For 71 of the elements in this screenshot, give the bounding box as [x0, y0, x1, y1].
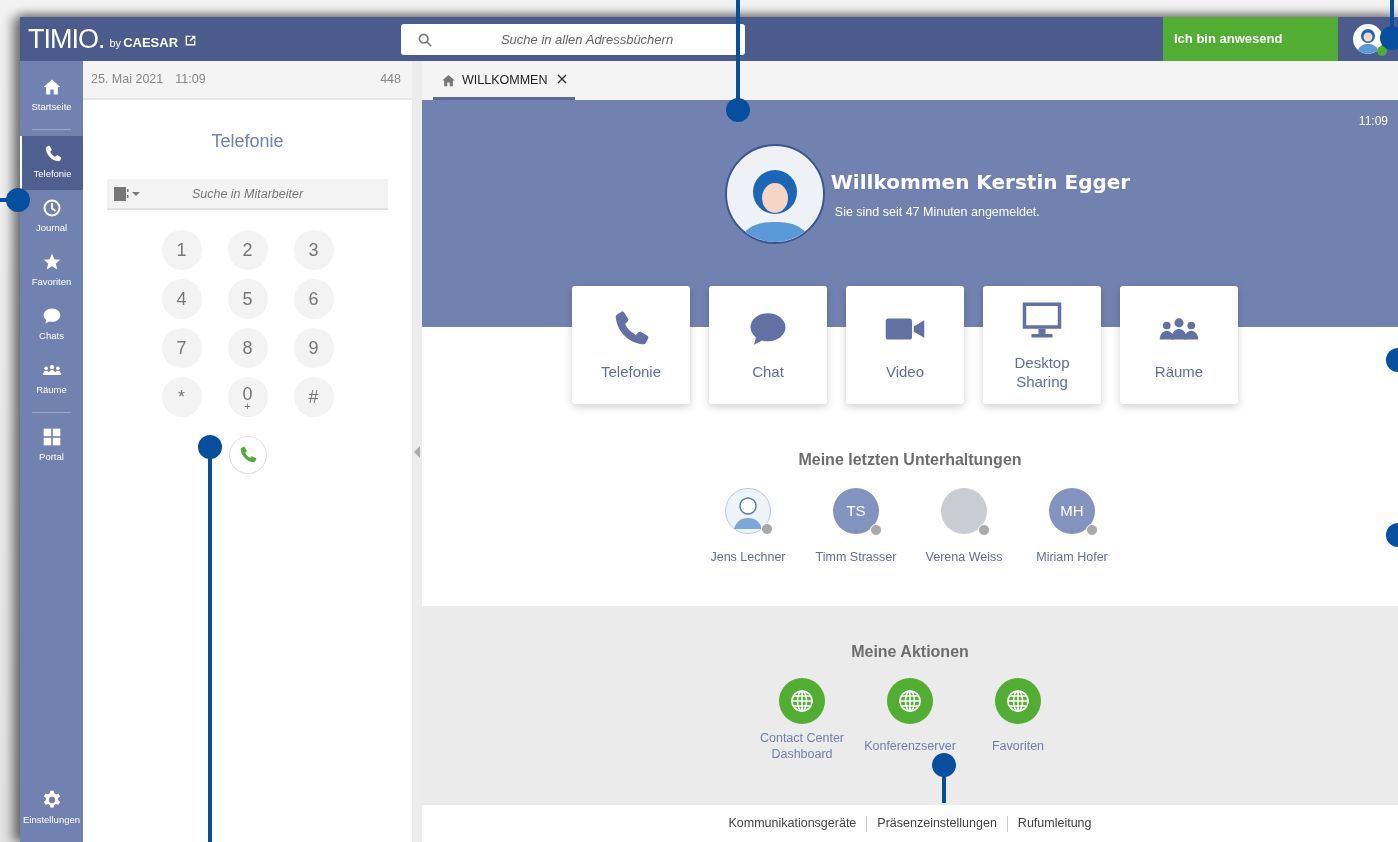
time-text: 11:09 — [1357, 113, 1388, 130]
keypad-key[interactable]: * — [161, 377, 202, 417]
globe-icon — [790, 689, 814, 713]
footer-link[interactable]: Kommunikationsgeräte — [718, 814, 867, 833]
globe-icon — [1006, 689, 1030, 713]
keypad-key[interactable]: 3 — [293, 230, 334, 270]
callout-marker — [1386, 523, 1398, 547]
call-button[interactable] — [228, 436, 267, 474]
external-link-icon[interactable] — [184, 33, 198, 47]
quick-action-tile[interactable]: Desktop Sharing — [983, 286, 1101, 404]
quick-action-tile[interactable]: Video — [846, 286, 964, 404]
settings-icon — [41, 790, 62, 811]
action-item[interactable]: Favoriten — [964, 678, 1072, 763]
panel-title: Telefonie — [210, 130, 285, 153]
extension-number: 448 — [380, 71, 401, 89]
section-heading: Meine Aktionen — [850, 642, 970, 662]
date-text: 25. Mai 2021 — [91, 71, 164, 89]
employee-search-field[interactable]: Suche in Mitarbeiter — [107, 179, 388, 210]
action-item[interactable]: Konferenzserver — [856, 678, 964, 763]
search-icon — [417, 31, 434, 48]
grid-icon — [41, 427, 62, 448]
contact-avatar: MH — [1049, 488, 1095, 534]
quick-action-tile[interactable]: Räume — [1120, 286, 1238, 404]
keypad-key[interactable]: 2 — [227, 230, 268, 270]
sidebar-item[interactable]: Journal — [20, 190, 83, 244]
logo-brand-text: CAESAR — [123, 34, 179, 53]
contact-item[interactable]: MH Miriam Hofer — [1018, 488, 1126, 567]
keypad-key[interactable]: 1 — [161, 230, 202, 270]
presence-status-button[interactable]: Ich bin anwesend — [1163, 17, 1338, 61]
home-icon — [41, 77, 62, 98]
contact-item[interactable]: Jens Lechner — [694, 488, 802, 567]
clock-icon — [41, 198, 62, 219]
keypad-key[interactable]: 9 — [293, 328, 334, 368]
keypad-key[interactable]: # — [293, 377, 334, 417]
keypad-key[interactable]: 8 — [227, 328, 268, 368]
sidebar-item[interactable]: Einstellungen — [20, 782, 83, 836]
sidebar-item[interactable]: Chats — [20, 298, 83, 352]
quick-action-tile[interactable]: Chat — [709, 286, 827, 404]
globe-icon — [898, 689, 922, 713]
keypad-key[interactable]: 7 — [161, 328, 202, 368]
quick-action-tile[interactable]: Telefonie — [572, 286, 690, 404]
sidebar-item[interactable]: Startseite — [20, 69, 83, 123]
contact-item[interactable]: Verena Weiss — [910, 488, 1018, 567]
section-heading: Meine letzten Unterhaltungen — [797, 450, 1023, 470]
time-text: 11:09 — [175, 71, 206, 89]
keypad-key[interactable]: 5 — [227, 279, 268, 319]
sidebar-item[interactable]: Telefonie — [20, 136, 83, 190]
contact-item[interactable]: TS Timm Strasser — [802, 488, 910, 567]
callout-marker — [1386, 348, 1398, 372]
action-item[interactable]: Contact Center Dashboard — [748, 678, 856, 763]
footer-link[interactable]: Rufumleitung — [1007, 814, 1102, 833]
keypad-key[interactable]: 6 — [293, 279, 334, 319]
callout-marker — [932, 753, 956, 803]
welcome-heading: Willkommen Kerstin Egger — [830, 168, 1131, 196]
contact-avatar: TS — [833, 488, 879, 534]
search-field[interactable]: Suche in allen Adressbüchern — [401, 23, 746, 55]
contact-book-icon[interactable] — [113, 186, 141, 202]
logo-byline: by — [109, 35, 122, 51]
callout-marker — [1380, 0, 1398, 50]
sidebar-item[interactable]: Räume — [20, 352, 83, 406]
home-icon — [441, 73, 456, 89]
user-avatar[interactable] — [1352, 23, 1384, 55]
logo-text: TIMIO. — [28, 22, 105, 56]
keypad-key[interactable]: 4 — [161, 279, 202, 319]
sidebar-item[interactable]: Favoriten — [20, 244, 83, 298]
callout-marker — [0, 188, 30, 212]
sidebar-item[interactable]: Portal — [20, 419, 83, 473]
footer-link[interactable]: Präsenzeinstellungen — [867, 814, 1007, 833]
close-icon[interactable] — [557, 73, 568, 84]
login-duration-text: Sie sind seit 47 Minuten angemeldet. — [834, 203, 1041, 221]
keypad-key[interactable]: 0 + — [227, 377, 268, 417]
